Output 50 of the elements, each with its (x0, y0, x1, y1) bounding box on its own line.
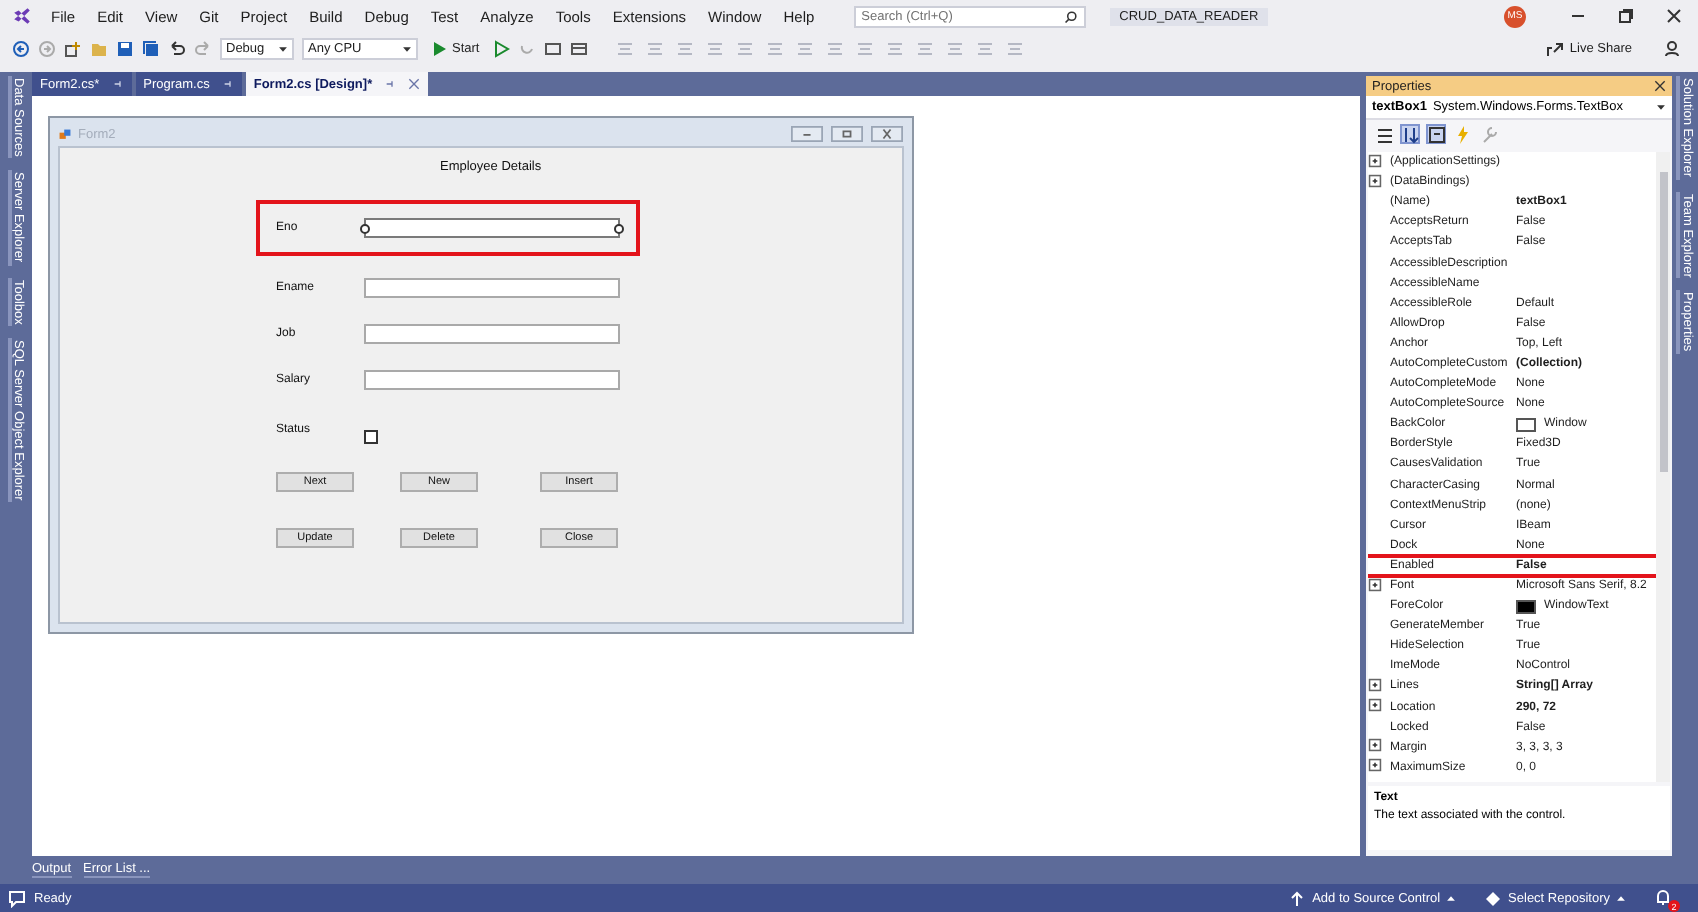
feedback-icon[interactable] (1664, 39, 1682, 57)
caret-icon (402, 43, 412, 53)
form-icon (58, 127, 72, 141)
maximize-icon[interactable] (830, 126, 864, 142)
caret-icon (278, 43, 288, 53)
close-icon[interactable] (870, 126, 904, 142)
text-field[interactable] (364, 323, 620, 343)
caret-icon (1616, 893, 1626, 903)
text-field[interactable] (364, 218, 620, 238)
wrench-icon[interactable] (1478, 124, 1498, 144)
pin-icon[interactable] (384, 78, 397, 90)
arrow-up-icon (1288, 889, 1307, 907)
back-icon[interactable] (12, 39, 30, 57)
expand-icon[interactable] (1368, 738, 1382, 753)
forward-icon[interactable] (38, 39, 56, 57)
diamond-icon (1484, 889, 1503, 907)
window-icon[interactable] (569, 39, 588, 57)
redo-icon[interactable] (194, 39, 212, 57)
caret-icon (1446, 893, 1457, 903)
text-field[interactable] (364, 277, 620, 297)
expand-icon[interactable] (1368, 577, 1382, 592)
play-icon (430, 39, 448, 57)
close-icon[interactable] (1654, 80, 1666, 92)
undo-icon[interactable] (168, 39, 186, 57)
bell-icon (1654, 888, 1672, 906)
expand-icon[interactable] (1368, 698, 1382, 713)
window-icon[interactable] (543, 39, 562, 57)
share-icon (1545, 39, 1564, 57)
checkbox[interactable] (364, 430, 378, 444)
play-outline-icon[interactable] (491, 39, 510, 57)
comment-icon[interactable] (8, 889, 26, 907)
alphabetical-icon[interactable] (1400, 124, 1420, 144)
save-icon[interactable] (116, 39, 134, 57)
expand-icon[interactable] (1368, 677, 1382, 692)
new-project-icon[interactable] (64, 39, 82, 57)
pin-icon[interactable] (221, 78, 234, 90)
pin-icon[interactable] (111, 78, 124, 90)
expand-icon[interactable] (1368, 173, 1382, 188)
text-field[interactable] (364, 369, 620, 389)
properties-icon[interactable] (1426, 124, 1446, 144)
save-all-icon[interactable] (142, 39, 160, 57)
categorized-icon[interactable] (1374, 124, 1394, 144)
expand-icon[interactable] (1368, 153, 1382, 168)
search-icon (1063, 9, 1078, 23)
close-icon[interactable] (1666, 8, 1682, 24)
app-logo-icon (12, 6, 32, 26)
expand-icon[interactable] (1368, 758, 1382, 773)
caret-icon (1656, 102, 1666, 112)
restore-icon[interactable] (1618, 8, 1634, 24)
scrollbar[interactable] (1656, 152, 1670, 782)
